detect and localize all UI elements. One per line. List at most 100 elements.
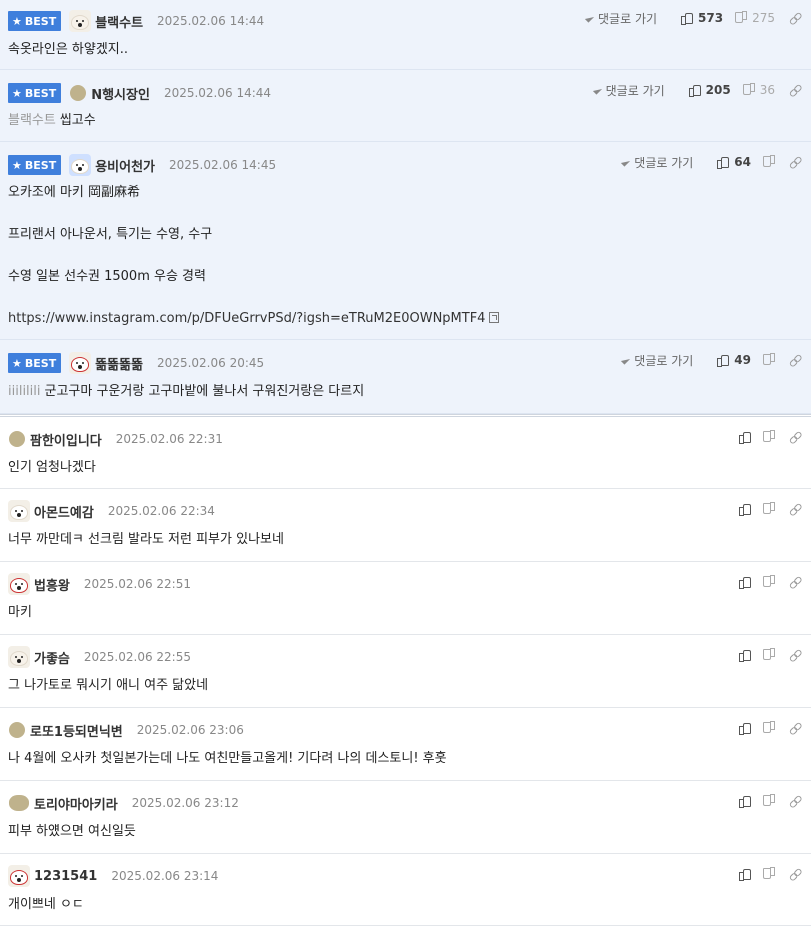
upvote-button[interactable]: 205 [688, 83, 731, 97]
link-icon[interactable] [787, 574, 804, 591]
reply-target-nick[interactable]: 블랙수트 [8, 113, 56, 128]
comment-date: 2025.02.06 23:12 [131, 796, 239, 810]
nickname[interactable]: 로또1등되면닉변 [30, 721, 123, 740]
reply-target-nick[interactable]: iiililili [8, 384, 41, 399]
thumbs-down-icon [763, 868, 775, 880]
avatar[interactable] [8, 646, 30, 668]
link-icon[interactable] [787, 720, 804, 737]
link-icon[interactable] [787, 10, 804, 27]
downvote-button[interactable] [763, 576, 775, 588]
thumbs-down-icon [763, 156, 775, 168]
link-icon[interactable] [787, 866, 804, 883]
upvote-button[interactable] [739, 431, 751, 444]
avatar[interactable] [69, 154, 92, 176]
upvote-button[interactable]: 49 [717, 353, 751, 367]
nickname[interactable]: 가좋슴 [34, 648, 70, 667]
downvote-count: 275 [752, 11, 775, 25]
downvote-button[interactable]: 36 [743, 83, 775, 97]
nickname[interactable]: 토리야마아키라 [34, 794, 118, 813]
nickname[interactable]: 팜한이입니다 [30, 430, 102, 449]
comment-text: 속옷라인은 하얗겠지.. [8, 42, 129, 57]
nickname[interactable]: N행시장인 [91, 84, 150, 103]
nickname[interactable]: 1231541 [34, 869, 97, 884]
comment: 아몬드예감 2025.02.06 22:34 너무 까만데ㅋ 선크림 발라도 저… [0, 489, 811, 562]
comment: 법흥왕 2025.02.06 22:51 마키 [0, 562, 811, 635]
paper-plane-icon [621, 355, 631, 365]
upvote-count: 49 [734, 353, 751, 367]
comment-text: 블랙수트 씹고수 [8, 113, 96, 128]
paper-plane-icon [584, 13, 595, 23]
star-icon: ★ [12, 86, 22, 100]
nickname[interactable]: 아몬드예감 [34, 502, 94, 521]
upvote-count: 205 [705, 83, 731, 97]
link-icon[interactable] [787, 82, 804, 99]
thumbs-down-icon [763, 576, 775, 588]
link-icon[interactable] [787, 352, 804, 369]
external-link-icon[interactable] [489, 312, 500, 323]
link-icon[interactable] [787, 501, 804, 518]
avatar[interactable] [9, 431, 25, 447]
goto-comment-link[interactable]: 댓글로 가기 [592, 82, 665, 99]
thumbs-up-icon [739, 576, 751, 589]
best-comment: ★ BEST N행시장인 2025.02.06 14:44 댓글로 가기 205 … [0, 70, 811, 142]
goto-comment-link[interactable]: 댓글로 가기 [621, 154, 693, 171]
upvote-button[interactable] [739, 722, 751, 735]
comment-text: 너무 까만데ㅋ 선크림 발라도 저런 피부가 있나보네 [8, 532, 284, 547]
star-icon: ★ [12, 14, 22, 28]
downvote-button[interactable] [763, 868, 775, 880]
nickname[interactable]: 블랙수트 [95, 12, 143, 31]
best-badge: ★ BEST [8, 353, 62, 373]
upvote-button[interactable]: 64 [717, 155, 751, 169]
upvote-button[interactable] [739, 868, 751, 881]
avatar[interactable] [9, 722, 25, 738]
link-icon[interactable] [787, 429, 804, 446]
nickname[interactable]: 용비어천가 [95, 156, 155, 175]
avatar[interactable] [9, 795, 29, 811]
upvote-button[interactable] [739, 795, 751, 808]
downvote-button[interactable] [763, 156, 775, 168]
best-comment: ★ BEST 용비어천가 2025.02.06 14:45 댓글로 가기 64 오… [0, 142, 811, 340]
nickname[interactable]: 법흥왕 [34, 575, 70, 594]
link-icon[interactable] [787, 793, 804, 810]
link-icon[interactable] [787, 647, 804, 664]
avatar[interactable] [8, 500, 30, 522]
downvote-button[interactable] [763, 649, 775, 661]
avatar[interactable] [69, 10, 92, 32]
comment-text: 나 4월에 오사카 첫일본가는데 나도 여친만들고올게! 기다려 나의 데스토니… [8, 751, 447, 766]
goto-comment-link[interactable]: 댓글로 가기 [584, 10, 657, 27]
downvote-button[interactable] [763, 431, 775, 443]
comment-paragraph: 오카조에 마키 岡副麻希 [8, 185, 141, 200]
upvote-button[interactable] [739, 649, 751, 662]
comment-date: 2025.02.06 14:45 [169, 158, 277, 172]
comment-date: 2025.02.06 20:45 [157, 356, 265, 370]
downvote-button[interactable] [763, 503, 775, 515]
comment-date: 2025.02.06 23:06 [136, 723, 244, 737]
downvote-button[interactable] [763, 354, 775, 366]
external-link[interactable]: https://www.instagram.com/p/DFUeGrrvPSd/… [8, 311, 485, 326]
avatar[interactable] [70, 85, 87, 101]
comment-text: 피부 하얬으면 여신일듯 [8, 824, 136, 839]
goto-comment-link[interactable]: 댓글로 가기 [621, 352, 693, 369]
upvote-count: 573 [698, 11, 724, 25]
comment: 가좋슴 2025.02.06 22:55 그 나가토로 뭐시기 애니 여주 닮았… [0, 635, 811, 708]
comment-text: iiililili 군고구마 구운거랑 고구마밭에 불나서 구워진거랑은 다르지 [8, 384, 365, 399]
upvote-button[interactable] [739, 576, 751, 589]
comment-text: 인기 엄청나겠다 [8, 460, 96, 475]
star-icon: ★ [12, 158, 22, 172]
avatar[interactable] [8, 865, 30, 887]
upvote-button[interactable] [739, 503, 751, 516]
avatar[interactable] [8, 573, 30, 595]
comment-text: 오카조에 마키 岡副麻希 프리랜서 아나운서, 특기는 수영, 수구 수영 일본… [8, 182, 801, 329]
paper-plane-icon [621, 157, 631, 167]
comment-date: 2025.02.06 23:14 [111, 869, 219, 883]
downvote-button[interactable] [763, 722, 775, 734]
avatar[interactable] [69, 352, 92, 374]
best-badge: ★ BEST [8, 83, 62, 103]
nickname[interactable]: 뚊뚊뚊뚊 [95, 354, 143, 373]
upvote-button[interactable]: 573 [681, 11, 723, 25]
downvote-button[interactable] [763, 795, 775, 807]
thumbs-down-icon [735, 12, 747, 24]
thumbs-up-icon [717, 354, 730, 367]
downvote-button[interactable]: 275 [735, 11, 775, 25]
link-icon[interactable] [787, 154, 804, 171]
